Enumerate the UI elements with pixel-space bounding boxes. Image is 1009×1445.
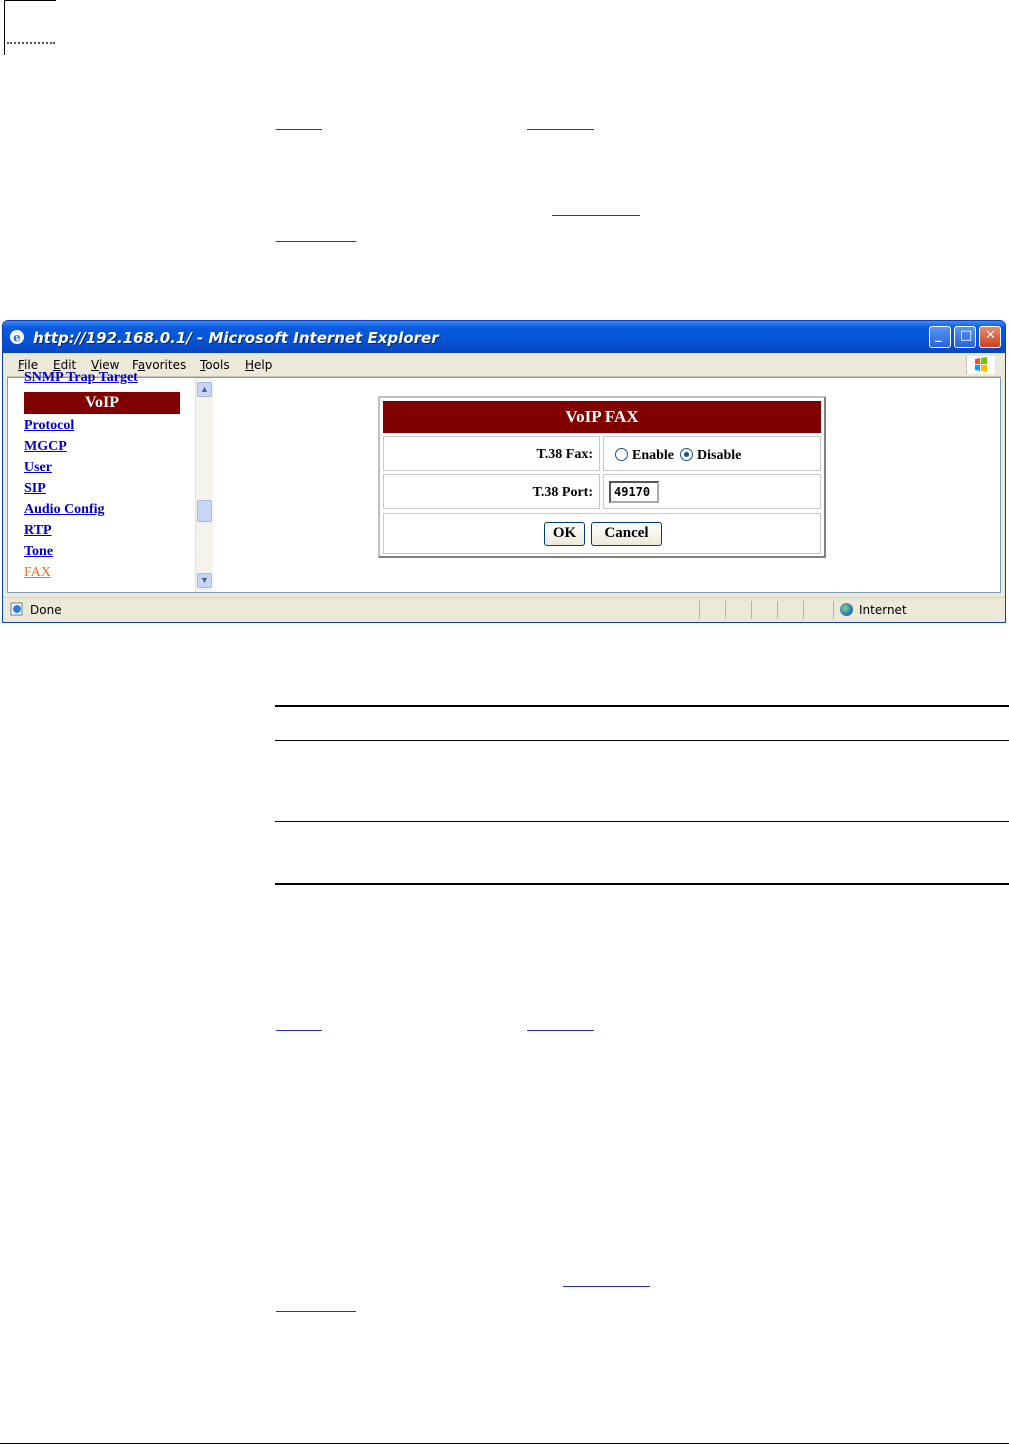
page-corner-mark-top: [4, 0, 56, 1]
disable-radio[interactable]: [680, 448, 693, 461]
nav-link-sip[interactable]: SIP: [24, 481, 46, 497]
close-icon: ✕: [985, 328, 996, 343]
t38-port-row: T.38 Port: 49170: [383, 474, 821, 509]
menu-favorites[interactable]: Favorites: [132, 358, 186, 372]
form-buttons-row: OK Cancel: [383, 513, 821, 554]
enable-label[interactable]: Enable: [632, 448, 674, 464]
page-done-icon: [10, 602, 23, 616]
doc-link-underline[interactable]: [563, 1286, 650, 1287]
doc-link-underline[interactable]: [552, 215, 640, 216]
doc-link-underline[interactable]: [527, 129, 594, 130]
table-top-rule: [275, 705, 1009, 707]
form-title: VoIP FAX: [383, 401, 821, 433]
radio-selected-dot: [684, 452, 689, 457]
doc-link-underline[interactable]: [527, 1030, 594, 1031]
internet-zone-icon: [840, 603, 853, 616]
scroll-up-icon[interactable]: ▲: [197, 382, 212, 397]
maximize-button[interactable]: □: [954, 326, 976, 348]
nav-link-tone[interactable]: Tone: [24, 544, 53, 560]
nav-link-mgcp[interactable]: MGCP: [24, 439, 67, 455]
table-header-rule: [275, 740, 1009, 741]
status-text: Done: [30, 603, 62, 617]
table-bottom-rule: [275, 883, 1009, 885]
voip-fax-form: VoIP FAX T.38 Fax: Enable Disable T.38 P…: [378, 396, 826, 558]
nav-link-protocol[interactable]: Protocol: [24, 418, 74, 434]
page-corner-dots: [7, 42, 55, 44]
nav-link-rtp[interactable]: RTP: [24, 523, 52, 539]
table-row-rule: [275, 821, 1009, 822]
t38-fax-row: T.38 Fax: Enable Disable: [383, 436, 821, 471]
browser-window: e http://192.168.0.1/ - Microsoft Intern…: [2, 320, 1006, 623]
disable-label[interactable]: Disable: [697, 448, 741, 464]
minimize-icon: _: [935, 328, 942, 343]
nav-scrollbar[interactable]: ▲ ▼: [195, 378, 213, 592]
doc-link-underline[interactable]: [276, 241, 356, 242]
page-corner-mark: [4, 0, 5, 55]
status-bar: Done Internet: [3, 597, 1005, 622]
t38-fax-label: T.38 Fax:: [536, 447, 593, 462]
nav-link-fax[interactable]: FAX: [24, 565, 51, 581]
close-button[interactable]: ✕: [979, 326, 1001, 348]
page-footer-rule: [0, 1443, 1009, 1444]
scroll-thumb[interactable]: [197, 500, 212, 522]
nav-section-voip: VoIP: [24, 392, 180, 414]
t38-port-input[interactable]: 49170: [609, 481, 659, 503]
windows-logo-icon: [966, 356, 995, 374]
menu-help[interactable]: Help: [245, 358, 272, 372]
nav-frame: SNMP Trap Target VoIP Protocol MGCP User…: [8, 370, 216, 592]
doc-link-underline[interactable]: [276, 1311, 356, 1312]
svg-text:e: e: [13, 331, 21, 345]
nav-link-audio-config[interactable]: Audio Config: [24, 502, 105, 518]
menu-tools[interactable]: Tools: [200, 358, 230, 372]
doc-link-underline[interactable]: [276, 129, 322, 130]
maximize-icon: □: [960, 328, 973, 343]
window-title: http://192.168.0.1/ - Microsoft Internet…: [33, 329, 439, 347]
title-bar[interactable]: e http://192.168.0.1/ - Microsoft Intern…: [3, 321, 1005, 353]
nav-link-user[interactable]: User: [24, 460, 52, 476]
enable-radio[interactable]: [615, 448, 628, 461]
doc-link-underline[interactable]: [276, 1030, 322, 1031]
ie-icon: e: [10, 330, 24, 345]
t38-port-label: T.38 Port:: [532, 485, 593, 500]
menu-bar: File Edit View Favorites Tools Help: [7, 354, 1001, 377]
ok-button[interactable]: OK: [544, 522, 585, 546]
nav-link-snmp-trap-target[interactable]: SNMP Trap Target: [24, 370, 138, 386]
cancel-button[interactable]: Cancel: [591, 522, 662, 546]
page-content: SNMP Trap Target VoIP Protocol MGCP User…: [7, 370, 1001, 593]
scroll-down-icon[interactable]: ▼: [197, 573, 212, 588]
minimize-button[interactable]: _: [929, 326, 951, 348]
security-zone-label: Internet: [859, 603, 907, 617]
